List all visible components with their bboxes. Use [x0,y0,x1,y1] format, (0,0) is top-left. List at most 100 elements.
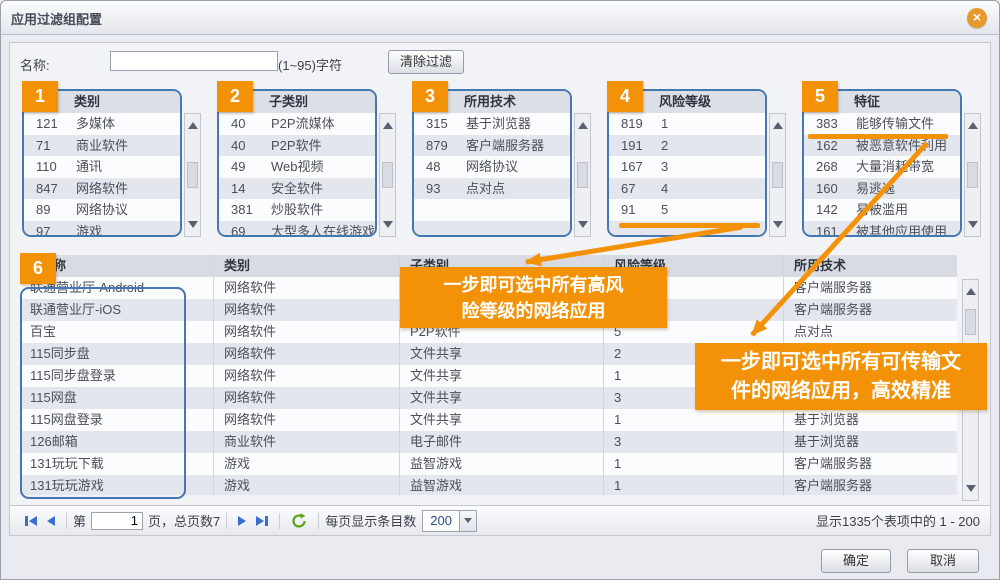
item-count: 161 [804,221,856,238]
ok-button[interactable]: 确定 [821,549,891,573]
scrollbar-thumb[interactable] [772,162,783,188]
table-row[interactable]: 131玩玩游戏游戏益智游戏1客户端服务器 [20,475,957,495]
per-page-label: 每页显示条目数 [325,511,416,530]
close-button[interactable]: × [967,8,987,28]
list-item[interactable]: 674 [609,178,765,200]
item-label: 3 [661,156,668,178]
table-row[interactable]: 126邮箱商业软件电子邮件3基于浏览器 [20,431,957,453]
annotation-callout-transfer: 一步即可选中所有可传输文 件的网络应用，高效精准 [695,343,987,410]
scroll-up-icon[interactable] [968,122,978,129]
item-count: 121 [24,113,76,135]
table-row[interactable]: 131玩玩下载游戏益智游戏1客户端服务器 [20,453,957,475]
pagination-bar: 第 页，总页数7 每页显示条目数 200 显示1335个表项中的 1 - 200 [10,505,990,535]
scrollbar-thumb[interactable] [967,162,978,188]
dialog-title: 应用过滤组配置 [11,9,102,28]
scroll-down-icon[interactable] [188,221,198,228]
first-page-button[interactable] [25,516,37,526]
list-item[interactable]: 121多媒体 [24,113,180,135]
close-icon: × [973,9,981,25]
table-cell: 网络软件 [214,321,400,343]
table-cell: 文件共享 [400,343,604,365]
select-arrow[interactable] [459,511,476,531]
scroll-up-icon[interactable] [773,122,783,129]
separator [226,513,227,529]
clear-filter-button[interactable]: 清除过滤 [388,50,464,74]
table-cell: 126邮箱 [20,431,214,453]
list-item[interactable]: 160易逃逸 [804,178,960,200]
per-page-select[interactable]: 200 [422,510,477,532]
list-item[interactable]: 110通讯 [24,156,180,178]
scroll-up-icon[interactable] [578,122,588,129]
item-label: 易逃逸 [856,178,895,200]
last-page-icon [265,516,268,526]
last-page-button[interactable] [256,516,268,526]
list-item[interactable]: 97游戏 [24,221,180,238]
list-item[interactable]: 879客户端服务器 [414,135,570,157]
list-item[interactable]: 93点对点 [414,178,570,200]
scrollbar-thumb[interactable] [382,162,393,188]
panel-scrollbar[interactable] [379,113,396,237]
list-item[interactable]: 1673 [609,156,765,178]
refresh-button[interactable] [291,513,307,529]
list-item[interactable]: 14安全软件 [219,178,375,200]
table-cell: 文件共享 [400,365,604,387]
scroll-up-icon[interactable] [383,122,393,129]
table-cell: 网络软件 [214,343,400,365]
scrollbar-thumb[interactable] [187,162,198,188]
table-cell: 3 [604,431,784,453]
scroll-down-icon[interactable] [383,221,393,228]
list-item[interactable]: 1912 [609,135,765,157]
next-page-button[interactable] [238,516,246,526]
scroll-down-icon[interactable] [773,221,783,228]
list-item[interactable]: 383能够传输文件 [804,113,960,135]
list-item[interactable]: 8191 [609,113,765,135]
panel-scrollbar[interactable] [184,113,201,237]
list-item[interactable]: 847网络软件 [24,178,180,200]
table-cell: 客户端服务器 [784,299,957,321]
list-item[interactable]: 49Web视频 [219,156,375,178]
separator [279,513,280,529]
page-input[interactable] [91,512,143,530]
scrollbar-thumb[interactable] [577,162,588,188]
list-item[interactable]: 915 [609,199,765,221]
step-badge-6: 6 [20,253,56,284]
scrollbar-thumb[interactable] [965,309,976,335]
table-row[interactable]: 115网盘登录网络软件文件共享1基于浏览器 [20,409,957,431]
scroll-down-icon[interactable] [966,485,976,492]
table-cell: 游戏 [214,475,400,495]
item-label: P2P软件 [271,135,322,157]
panel-scrollbar[interactable] [574,113,591,237]
list-item[interactable]: 40P2P流媒体 [219,113,375,135]
list-item[interactable]: 71商业软件 [24,135,180,157]
item-count: 160 [804,178,856,200]
list-item[interactable]: 89网络协议 [24,199,180,221]
list-item[interactable]: 381炒股软件 [219,199,375,221]
table-cell: 1 [604,409,784,431]
scroll-down-icon[interactable] [578,221,588,228]
list-item[interactable]: 40P2P软件 [219,135,375,157]
panel-scrollbar[interactable] [769,113,786,237]
prev-page-button[interactable] [47,516,55,526]
panel-scrollbar[interactable] [964,113,981,237]
scroll-up-icon[interactable] [966,288,976,295]
list-item[interactable]: 142易被滥用 [804,199,960,221]
table-cell: 联通营业厅-iOS [20,299,214,321]
first-page-icon [25,516,28,526]
list-item[interactable]: 268大量消耗带宽 [804,156,960,178]
list-item[interactable]: 161被其他应用使用 [804,221,960,238]
item-label: 点对点 [466,178,505,200]
cancel-button[interactable]: 取消 [907,549,979,573]
list-item[interactable]: 69大型多人在线游戏 [219,221,375,238]
item-count: 91 [609,199,661,221]
list-item[interactable]: 315基于浏览器 [414,113,570,135]
item-count: 48 [414,156,466,178]
list-item[interactable]: 48网络协议 [414,156,570,178]
name-input[interactable] [110,51,278,71]
item-count: 14 [219,178,271,200]
item-count: 67 [609,178,661,200]
prev-page-icon [47,516,55,526]
item-count: 879 [414,135,466,157]
scroll-up-icon[interactable] [188,122,198,129]
dialog-titlebar: 应用过滤组配置 × [1,1,999,35]
scroll-down-icon[interactable] [968,221,978,228]
